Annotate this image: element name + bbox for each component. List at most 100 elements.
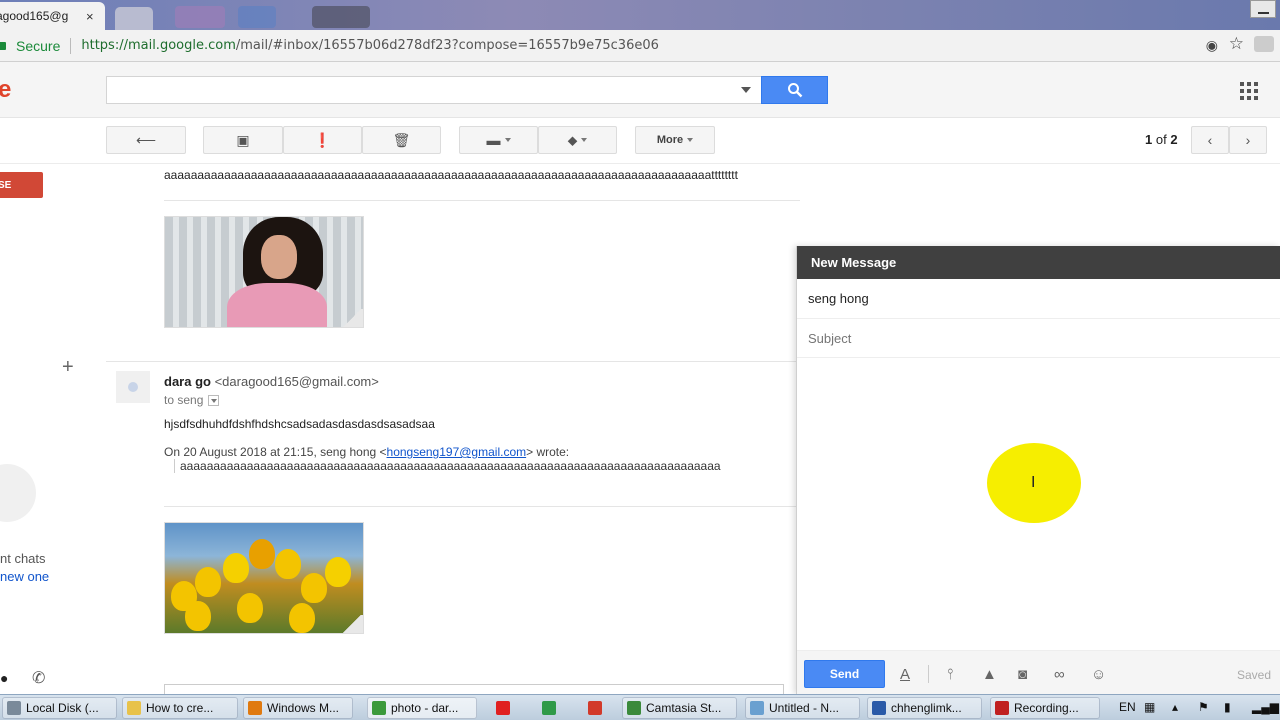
chevron-left-icon: ‹ bbox=[1207, 132, 1213, 148]
search-button[interactable] bbox=[761, 76, 828, 104]
divider bbox=[164, 200, 800, 201]
flag-icon[interactable]: ⚑ bbox=[1198, 700, 1209, 714]
organize-group: ▬ ⬥ bbox=[459, 126, 617, 154]
folder-icon: ▬ bbox=[486, 132, 501, 148]
tab-title: agood165@g bbox=[0, 9, 69, 23]
search-options-chevron-down-icon[interactable] bbox=[741, 87, 751, 93]
left-sidebar: SE + nt chats new one ● ✆ bbox=[0, 164, 100, 694]
language-indicator[interactable]: EN bbox=[1119, 700, 1136, 714]
taskbar-item-gmail[interactable] bbox=[584, 697, 608, 719]
tab-strip-blur bbox=[238, 6, 276, 28]
divider bbox=[928, 665, 929, 683]
move-to-button[interactable]: ▬ bbox=[459, 126, 538, 154]
google-drive-icon[interactable]: ▲ bbox=[982, 666, 997, 683]
taskbar-item-word[interactable]: chhenglimk... bbox=[867, 697, 982, 719]
recipient-line: to seng bbox=[164, 393, 220, 407]
url-host: https://mail.google.com bbox=[81, 38, 236, 53]
compose-button[interactable]: SE bbox=[0, 172, 43, 198]
spam-icon: ❗ bbox=[313, 131, 332, 148]
eye-icon[interactable]: ◉ bbox=[1206, 37, 1218, 54]
google-logo[interactable]: e bbox=[0, 76, 11, 104]
keyboard-icon[interactable]: ▦ bbox=[1144, 700, 1155, 714]
folder-icon bbox=[127, 701, 141, 715]
taskbar-item-chrome-photo[interactable]: photo - dar... bbox=[367, 697, 477, 719]
chrome-icon bbox=[372, 701, 386, 715]
address-bar[interactable]: Secure https://mail.google.com/mail/#inb… bbox=[0, 30, 1280, 62]
taskbar-item-notepad[interactable]: Untitled - N... bbox=[745, 697, 860, 719]
image-attachment[interactable] bbox=[164, 216, 364, 328]
network-icon[interactable]: ▮ bbox=[1224, 700, 1231, 714]
new-hangout-plus-icon[interactable]: + bbox=[62, 356, 74, 379]
delete-button[interactable]: 🗑 bbox=[362, 126, 441, 154]
taskbar-item-youtube[interactable] bbox=[492, 697, 516, 719]
tray-chevron-icon[interactable]: ▴ bbox=[1172, 700, 1178, 714]
attach-file-icon[interactable]: ⫯ bbox=[947, 666, 954, 683]
recent-chats-text: nt chats bbox=[0, 551, 46, 566]
taskbar-item-camtasia[interactable]: Camtasia St... bbox=[622, 697, 737, 719]
star-icon[interactable]: ☆ bbox=[1229, 34, 1244, 54]
location-pin-icon[interactable]: ● bbox=[0, 670, 8, 686]
taskbar-item-local-disk[interactable]: Local Disk (... bbox=[2, 697, 117, 719]
search-icon bbox=[787, 83, 802, 98]
hangouts-avatar bbox=[0, 464, 36, 522]
camtasia-icon bbox=[627, 701, 641, 715]
image-attachment[interactable] bbox=[164, 522, 364, 634]
sender-line: dara go <daragood165@gmail.com> bbox=[164, 374, 379, 389]
gmail-icon bbox=[588, 701, 602, 715]
message-divider bbox=[106, 361, 800, 362]
new-tab-button[interactable] bbox=[115, 7, 153, 30]
secure-label: Secure bbox=[16, 37, 61, 54]
show-details-chevron-down-icon[interactable] bbox=[208, 394, 220, 406]
more-button[interactable]: More bbox=[635, 126, 715, 154]
taskbar-item-windows-media[interactable]: Windows M... bbox=[243, 697, 353, 719]
quoted-text: aaaaaaaaaaaaaaaaaaaaaaaaaaaaaaaaaaaaaaaa… bbox=[174, 459, 721, 473]
quote-email-link[interactable]: hongseng197@gmail.com bbox=[387, 445, 527, 459]
apps-grid-icon[interactable] bbox=[1240, 82, 1258, 100]
subject-field[interactable] bbox=[797, 319, 1280, 358]
url-text[interactable]: https://mail.google.com/mail/#inbox/1655… bbox=[81, 38, 659, 53]
formatting-icon[interactable]: A bbox=[900, 666, 910, 683]
search-input[interactable] bbox=[106, 76, 762, 104]
tab-close-icon[interactable]: × bbox=[86, 9, 94, 24]
insert-photo-icon[interactable]: ◙ bbox=[1018, 666, 1027, 683]
message-body-text: hjsdfsdhuhdfdshfhdshcsadsadasdasdasdsasa… bbox=[164, 417, 435, 431]
compose-title[interactable]: New Message bbox=[797, 246, 1280, 279]
insert-link-icon[interactable]: ∞ bbox=[1054, 666, 1065, 683]
more-label: More bbox=[656, 134, 684, 146]
taskbar-item-recording[interactable]: Recording... bbox=[990, 697, 1100, 719]
report-spam-button[interactable]: ❗ bbox=[283, 126, 362, 154]
address-divider bbox=[70, 37, 72, 54]
divider bbox=[164, 506, 800, 507]
conversation-view: aaaaaaaaaaaaaaaaaaaaaaaaaaaaaaaaaaaaaaaa… bbox=[100, 164, 800, 694]
media-player-icon bbox=[248, 701, 262, 715]
message-body-text: aaaaaaaaaaaaaaaaaaaaaaaaaaaaaaaaaaaaaaaa… bbox=[164, 168, 738, 182]
reply-box[interactable] bbox=[164, 684, 784, 694]
label-tag-icon: ⬥ bbox=[567, 131, 578, 148]
tab-strip-blur bbox=[175, 6, 225, 28]
browser-menu-icon[interactable] bbox=[1254, 36, 1274, 52]
chevron-right-icon: › bbox=[1245, 132, 1251, 148]
gmail-header: e bbox=[0, 62, 1280, 118]
recipient-field[interactable]: seng hong bbox=[797, 279, 1280, 319]
start-new-chat-link[interactable]: new one bbox=[0, 569, 49, 584]
saved-status: Saved bbox=[1236, 668, 1271, 682]
labels-button[interactable]: ⬥ bbox=[538, 126, 617, 154]
back-button[interactable]: ⟵ bbox=[106, 126, 186, 154]
newer-button[interactable]: ‹ bbox=[1191, 126, 1229, 154]
google-drive-icon bbox=[542, 701, 556, 715]
signal-icon[interactable]: ▂▄▆ bbox=[1252, 700, 1279, 714]
taskbar-item-drive[interactable] bbox=[538, 697, 562, 719]
older-button[interactable]: › bbox=[1229, 126, 1267, 154]
sender-name[interactable]: dara go bbox=[164, 374, 211, 389]
phone-icon[interactable]: ✆ bbox=[32, 668, 45, 688]
browser-tab-active[interactable]: agood165@g × bbox=[0, 2, 105, 30]
window-minimize-button[interactable] bbox=[1250, 0, 1276, 18]
quote-header: On 20 August 2018 at 21:15, seng hong <h… bbox=[164, 445, 570, 459]
archive-icon: ▣ bbox=[236, 131, 250, 148]
emoji-icon[interactable]: ☺ bbox=[1091, 666, 1106, 683]
send-button[interactable]: Send bbox=[804, 660, 885, 688]
archive-button[interactable]: ▣ bbox=[203, 126, 283, 154]
taskbar-item-how-to[interactable]: How to cre... bbox=[122, 697, 238, 719]
notepad-icon bbox=[750, 701, 764, 715]
compose-footer: Send A ⫯ ▲ ◙ ∞ ☺ Saved bbox=[797, 650, 1280, 694]
